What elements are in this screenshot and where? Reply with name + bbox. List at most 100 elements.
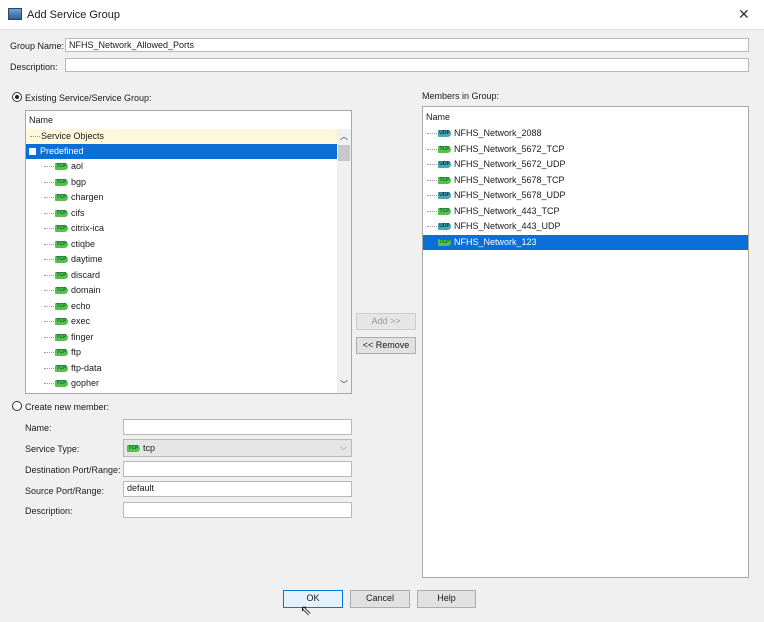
tcp-icon: TCP (55, 225, 68, 233)
udp-icon: UDP (438, 161, 451, 169)
tree-item[interactable]: TCP finger (44, 330, 94, 345)
tree-item[interactable]: TCP bgp (44, 175, 86, 190)
member-description-label: Description: (25, 506, 73, 516)
member-name: NFHS_Network_5672_TCP (454, 143, 565, 154)
member-item[interactable]: UDP NFHS_Network_5672_UDP (423, 157, 748, 172)
member-name: NFHS_Network_5678_UDP (454, 190, 566, 200)
tcp-icon: TCP (438, 176, 451, 184)
window-title: Add Service Group (27, 9, 120, 21)
tree-item-label: cifs (71, 207, 85, 218)
tcp-icon: TCP (55, 287, 68, 295)
tree-item[interactable]: TCP citrix-ica (44, 221, 104, 236)
create-label: Create new member: (25, 402, 110, 412)
tree-item-label: Service Objects (41, 131, 105, 141)
help-button[interactable]: Help (417, 590, 476, 608)
chevron-down-icon: ⌵ (340, 442, 347, 452)
tree-item[interactable]: TCP echo (44, 299, 91, 314)
tree-item[interactable]: TCP ctiqbe (44, 237, 95, 252)
tcp-icon: TCP (55, 380, 68, 388)
remove-button[interactable]: << Remove (356, 337, 416, 354)
tcp-icon: TCP (55, 163, 68, 171)
tree-item[interactable]: TCP exec (44, 314, 90, 329)
tree-item[interactable]: TCP domain (44, 283, 101, 298)
service-type-value: tcp (143, 443, 156, 453)
tree-item-label: citrix-ica (71, 223, 104, 233)
src-port-input[interactable]: default (123, 481, 352, 497)
dest-port-label: Destination Port/Range: (25, 465, 121, 475)
member-item[interactable]: TCP NFHS_Network_443_TCP (423, 204, 748, 219)
members-list[interactable]: Name UDP NFHS_Network_2088 TCP NFHS_Network… (422, 106, 749, 578)
tcp-icon: TCP (55, 256, 68, 264)
column-header-name[interactable]: Name (426, 110, 450, 125)
description-input[interactable] (65, 58, 749, 72)
tree-item[interactable]: TCP daytime (44, 252, 103, 267)
tree-item[interactable]: TCP ftp (44, 345, 81, 360)
member-item[interactable]: UDP NFHS_Network_2088 (423, 126, 748, 141)
tcp-icon: TCP (55, 240, 68, 248)
member-item[interactable]: TCP NFHS_Network_5672_TCP (423, 142, 748, 157)
tcp-icon: TCP (127, 445, 140, 453)
tree-item-label: chargen (71, 192, 104, 202)
tree-item-label: gopher (71, 378, 100, 388)
mouse-cursor-icon: ⇖ (300, 602, 312, 618)
member-name: NFHS_Network_443_UDP (454, 221, 561, 231)
member-name: NFHS_Network_5672_UDP (454, 159, 566, 169)
scroll-up-icon[interactable]: ︿ (340, 131, 348, 142)
scrollbar-thumb[interactable] (338, 145, 350, 161)
name-input[interactable] (123, 419, 352, 435)
tree-item[interactable]: TCP chargen (44, 190, 104, 205)
tree-item-label: exec (71, 316, 91, 326)
tree-item-label: domain (71, 285, 101, 295)
member-description-input[interactable] (123, 502, 352, 518)
create-radio[interactable] (12, 401, 22, 411)
description-label: Description: (10, 62, 58, 72)
tcp-icon: TCP (55, 318, 68, 326)
tcp-icon: TCP (55, 209, 68, 217)
tree-item-service-objects[interactable]: Service Objects (26, 129, 337, 144)
close-icon[interactable]: ✕ (738, 6, 750, 23)
member-item[interactable]: UDP NFHS_Network_443_UDP (423, 219, 748, 234)
tree-item[interactable]: TCP gopher (44, 376, 99, 391)
dest-port-input[interactable] (123, 461, 352, 477)
member-name: NFHS_Network_123 (454, 236, 537, 247)
scrollbar[interactable]: ︿ ﹀ (337, 129, 351, 393)
ok-button[interactable]: OK (283, 590, 343, 608)
udp-icon: UDP (438, 130, 451, 138)
service-type-label: Service Type: (25, 444, 80, 454)
name-label: Name: (25, 423, 52, 433)
src-port-label: Source Port/Range: (25, 486, 105, 496)
members-label: Members in Group: (422, 91, 500, 101)
add-button[interactable]: Add >> (356, 313, 416, 330)
tree-item[interactable]: TCP aol (44, 159, 83, 174)
tree-item-label: echo (71, 300, 91, 311)
tree-item-label: aol (71, 161, 84, 171)
tcp-icon: TCP (438, 207, 451, 215)
column-header-name[interactable]: Name (29, 113, 53, 128)
udp-icon: UDP (438, 192, 451, 200)
tree-item-label: finger (71, 331, 94, 342)
existing-tree[interactable]: Name Service Objects Predefined TCP aol TC… (25, 110, 352, 394)
tree-item[interactable]: TCP discard (44, 268, 100, 283)
tree-item-label: bgp (71, 176, 87, 187)
tree-item-label: ftp (71, 347, 82, 357)
member-item[interactable]: TCP NFHS_Network_123 (423, 234, 748, 250)
tcp-icon: TCP (55, 194, 68, 202)
collapse-icon[interactable] (29, 148, 36, 156)
scroll-down-icon[interactable]: ﹀ (340, 379, 348, 390)
tcp-icon: TCP (55, 349, 68, 357)
tree-item-label: discard (71, 269, 101, 280)
tree-item-predefined[interactable]: Predefined (26, 144, 337, 159)
service-type-select[interactable]: TCP tcp ⌵ (123, 439, 352, 457)
member-name: NFHS_Network_5678_TCP (454, 174, 565, 185)
member-name: NFHS_Network_443_TCP (454, 205, 560, 216)
cancel-button[interactable]: Cancel (350, 590, 410, 608)
member-item[interactable]: TCP NFHS_Network_5678_TCP (423, 173, 748, 188)
tree-item[interactable]: TCP ftp-data (44, 361, 102, 376)
tcp-icon: TCP (55, 302, 68, 310)
tree-item[interactable]: TCP cifs (44, 206, 85, 221)
group-name-input[interactable]: NFHS_Network_Allowed_Ports (65, 38, 749, 52)
existing-radio[interactable] (12, 92, 22, 102)
member-item[interactable]: UDP NFHS_Network_5678_UDP (423, 188, 748, 203)
tcp-icon: TCP (438, 238, 451, 246)
app-icon (8, 8, 22, 20)
